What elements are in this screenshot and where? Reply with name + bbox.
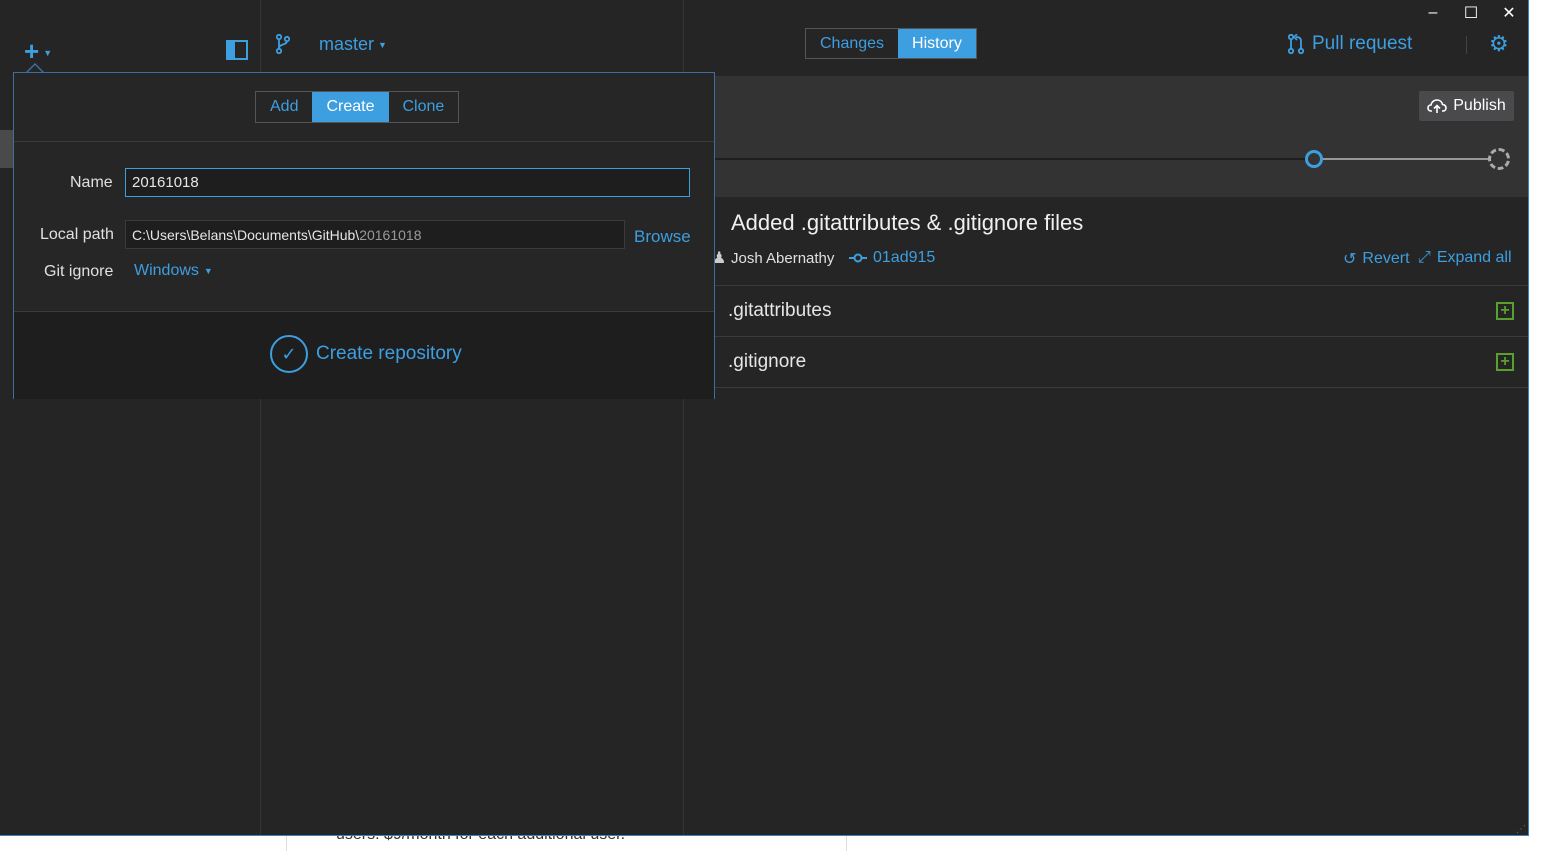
popover-divider [14, 141, 714, 142]
cloud-upload-icon [1427, 99, 1448, 113]
plus-square-icon: + [1496, 353, 1514, 371]
local-path-input[interactable]: C:\Users\Belans\Documents\GitHub\ 201610… [125, 220, 625, 249]
background-divider [286, 835, 287, 851]
create-repository-label: Create repository [316, 343, 462, 364]
tab-add[interactable]: Add [256, 92, 312, 122]
maximize-button[interactable]: ☐ [1452, 0, 1490, 26]
tab-create[interactable]: Create [312, 92, 389, 122]
timeline-unpublished-node [1488, 148, 1510, 170]
timeline-commit-node[interactable] [1305, 150, 1323, 168]
local-path-tail: 20161018 [359, 226, 422, 243]
git-ignore-label: Git ignore [44, 263, 114, 280]
timeline-track [684, 158, 1308, 160]
repository-name-input[interactable] [125, 168, 690, 197]
selected-repository-marker [0, 130, 14, 168]
plus-icon: + [24, 36, 40, 66]
chevron-down-icon: ▼ [43, 48, 53, 58]
file-name: .gitignore [728, 351, 807, 372]
chevron-down-icon: ▼ [378, 39, 387, 50]
add-repository-button[interactable]: + ▼ [24, 38, 52, 64]
close-button[interactable]: ✕ [1490, 0, 1528, 26]
commit-sha-label: 01ad915 [873, 249, 936, 266]
tab-history[interactable]: History [898, 29, 976, 58]
revert-icon: ↺ [1343, 251, 1357, 268]
tab-changes[interactable]: Changes [806, 29, 898, 58]
create-repository-button[interactable]: ✓ Create repository [270, 335, 462, 373]
git-ignore-select[interactable]: Windows ▼ [134, 262, 213, 280]
browse-button[interactable]: Browse [634, 227, 691, 247]
branch-selector[interactable]: master ▼ [319, 34, 387, 55]
plus-square-icon: + [1496, 302, 1514, 320]
local-path-label: Local path [40, 226, 114, 243]
chevron-down-icon: ▼ [203, 266, 213, 276]
popover-tabs: Add Create Clone [255, 91, 460, 123]
local-path-base: C:\Users\Belans\Documents\GitHub\ [132, 226, 360, 243]
name-label: Name [70, 174, 113, 191]
timeline-track-remote [1320, 158, 1490, 160]
commit-title: Added .gitattributes & .gitignore files [731, 210, 1084, 235]
revert-button[interactable]: ↺ Revert [1343, 249, 1410, 269]
window-controls: – ☐ ✕ [1414, 0, 1528, 26]
revert-label: Revert [1362, 250, 1410, 267]
sidebar-toggle-icon[interactable] [226, 40, 248, 60]
pull-request-icon [1288, 34, 1304, 54]
commit-author: Josh Abernathy [731, 250, 835, 267]
publish-button[interactable]: Publish [1419, 91, 1514, 121]
github-desktop-window: – ☐ ✕ + ▼ master ▼ Changes History Pull … [0, 0, 1529, 836]
file-name: .gitattributes [728, 300, 832, 321]
add-repository-popover: Add Create Clone Name Local path C:\User… [13, 72, 715, 399]
gear-icon[interactable]: ⚙ [1489, 31, 1509, 57]
commit-sha-link[interactable]: 01ad915 [849, 249, 935, 267]
tab-clone[interactable]: Clone [389, 92, 459, 122]
toolbar-divider [1466, 36, 1467, 54]
list-item[interactable]: .gitattributes + [715, 285, 1528, 336]
branch-icon[interactable] [275, 33, 291, 59]
check-circle-icon: ✓ [270, 335, 308, 373]
commit-icon [849, 253, 867, 263]
file-list-divider [715, 387, 1528, 388]
branch-name-label: master [319, 34, 375, 54]
publish-label: Publish [1453, 97, 1506, 114]
expand-all-label: Expand all [1436, 249, 1512, 266]
background-divider [846, 835, 847, 851]
git-ignore-value: Windows [134, 262, 199, 279]
expand-icon: ⤢ [1418, 249, 1431, 266]
commit-timeline [684, 76, 1528, 197]
pull-request-label: Pull request [1312, 33, 1413, 54]
resize-grip-icon[interactable]: ⋰ [1516, 824, 1526, 835]
pull-request-button[interactable]: Pull request [1288, 33, 1412, 55]
minimize-button[interactable]: – [1414, 0, 1452, 26]
expand-all-button[interactable]: ⤢ Expand all [1418, 249, 1512, 267]
view-tabs: Changes History [805, 28, 977, 59]
branch-icon-svg [275, 33, 291, 55]
list-item[interactable]: .gitignore + [715, 336, 1528, 387]
